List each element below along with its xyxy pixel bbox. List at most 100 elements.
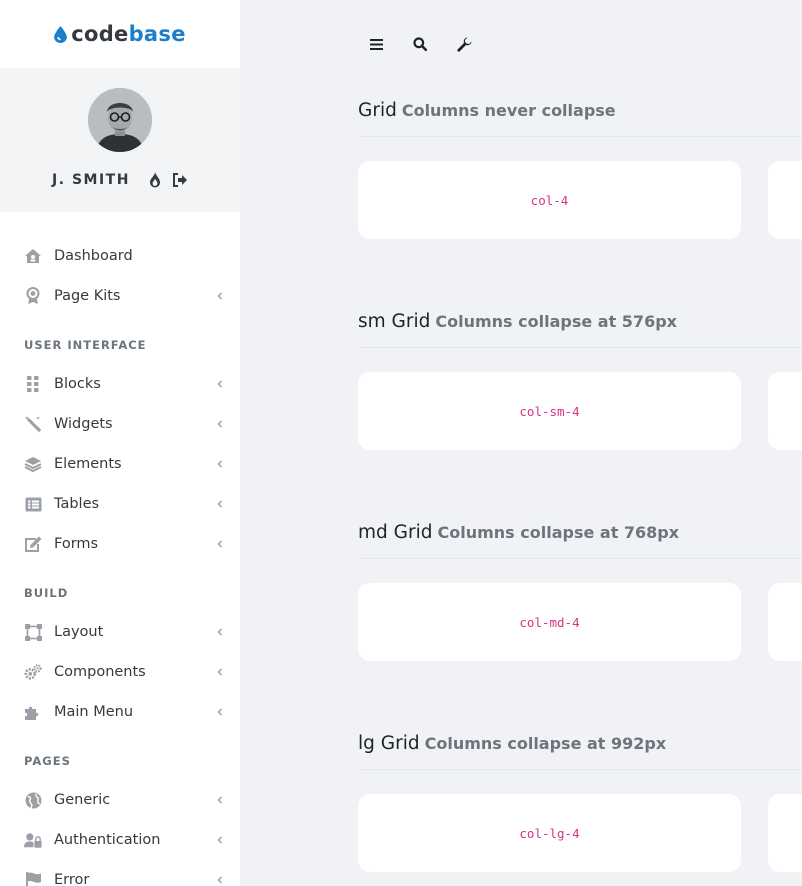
sidebar-item-label: Page Kits: [54, 288, 121, 304]
sidebar-item-label: Main Menu: [54, 704, 134, 720]
chevron-left-icon: [217, 380, 222, 388]
sidebar-item-label: Tables: [54, 496, 100, 512]
sidebar-item-label: Components: [54, 664, 146, 680]
user-lock-icon: [24, 831, 42, 849]
table-icon: [24, 495, 42, 513]
sidebar-item-label: Dashboard: [54, 248, 133, 264]
sign-out-icon[interactable]: [172, 172, 188, 188]
main-content: Grid Columns never collapse col-4 sm Grid…: [240, 0, 802, 886]
chevron-left-icon: [217, 540, 222, 548]
section-divider: [358, 136, 802, 137]
section-subtitle: Columns collapse at 992px: [424, 734, 667, 753]
sidebar-item-label: Blocks: [54, 376, 101, 392]
menu-icon: [369, 38, 383, 50]
chevron-left-icon: [217, 500, 222, 508]
sidebar-item-label: Forms: [54, 536, 99, 552]
section-subtitle: Columns collapse at 768px: [437, 523, 680, 542]
flag-icon: [24, 871, 42, 886]
grid-column-card: col-sm-4: [358, 372, 741, 450]
chevron-left-icon: [217, 460, 222, 468]
grid-column-card-partial: [768, 583, 802, 661]
cogs-icon: [24, 663, 42, 681]
sidebar-item-blocks[interactable]: Blocks: [0, 364, 240, 404]
sidebar-item-authentication[interactable]: Authentication: [0, 820, 240, 860]
puzzle-icon: [24, 703, 42, 721]
grid-column-card: col-md-4: [358, 583, 741, 661]
column-class-label: col-lg-4: [519, 825, 580, 841]
section-title: md Grid Columns collapse at 768px: [358, 522, 802, 548]
sidebar-nav: Dashboard Page Kits USER INTERFACE Block…: [0, 212, 240, 886]
user-panel: J. SMITH: [0, 68, 240, 212]
sidebar-item-error[interactable]: Error: [0, 860, 240, 886]
brand-logo[interactable]: codebase: [0, 0, 240, 68]
sidebar-item-tables[interactable]: Tables: [0, 484, 240, 524]
user-name[interactable]: J. SMITH: [52, 172, 130, 188]
section-title: Grid Columns never collapse: [358, 100, 802, 126]
fire-icon[interactable]: [148, 172, 162, 188]
section-title: sm Grid Columns collapse at 576px: [358, 311, 802, 337]
column-class-label: col-4: [530, 192, 569, 208]
globe-icon: [24, 791, 42, 809]
section-title-main: md Grid: [358, 522, 433, 543]
section-divider: [358, 769, 802, 770]
chevron-left-icon: [217, 796, 222, 804]
sidebar-item-label: Widgets: [54, 416, 113, 432]
menu-toggle-button[interactable]: [360, 28, 392, 60]
section-title-main: Grid: [358, 100, 397, 121]
settings-button[interactable]: [448, 28, 480, 60]
wrench-icon: [456, 37, 471, 52]
sidebar-item-dashboard[interactable]: Dashboard: [0, 236, 240, 276]
grid-column-card: col-lg-4: [358, 794, 741, 872]
award-icon: [24, 287, 42, 305]
section-divider: [358, 558, 802, 559]
user-row: J. SMITH: [52, 172, 188, 188]
grid-column-card: col-4: [358, 161, 741, 239]
home-icon: [24, 247, 42, 265]
sidebar-item-widgets[interactable]: Widgets: [0, 404, 240, 444]
sm-grid-section: sm Grid Columns collapse at 576px col-sm-…: [358, 311, 802, 450]
layers-icon: [24, 455, 42, 473]
sidebar-item-label: Layout: [54, 624, 104, 640]
vector-square-icon: [24, 623, 42, 641]
edit-icon: [24, 535, 42, 553]
brand-name: codebase: [71, 22, 186, 46]
md-grid-section: md Grid Columns collapse at 768px col-md-…: [358, 522, 802, 661]
chevron-left-icon: [217, 876, 222, 884]
nav-heading-build: BUILD: [24, 586, 69, 600]
avatar-image: [88, 88, 152, 152]
section-divider: [358, 347, 802, 348]
grid-section: Grid Columns never collapse col-4: [358, 100, 802, 239]
chevron-left-icon: [217, 708, 222, 716]
lg-grid-section: lg Grid Columns collapse at 992px col-lg-…: [358, 733, 802, 872]
sidebar-item-label: Authentication: [54, 832, 161, 848]
sidebar-item-elements[interactable]: Elements: [0, 444, 240, 484]
search-button[interactable]: [404, 28, 436, 60]
avatar[interactable]: [88, 88, 152, 152]
section-subtitle: Columns never collapse: [401, 101, 616, 120]
sidebar-item-label: Generic: [54, 792, 111, 808]
chevron-left-icon: [217, 420, 222, 428]
sidebar-item-label: Error: [54, 872, 90, 886]
drop-icon: [54, 25, 68, 43]
section-subtitle: Columns collapse at 576px: [435, 312, 677, 331]
toolbar: [360, 28, 492, 60]
brand-name-part2: base: [128, 22, 186, 46]
sidebar: codebase J. SMITH Dashboard Page Kits US…: [0, 0, 240, 886]
chevron-left-icon: [217, 836, 222, 844]
section-title-main: lg Grid: [358, 733, 420, 754]
sidebar-item-layout[interactable]: Layout: [0, 612, 240, 652]
brand-name-part1: code: [71, 22, 129, 46]
sidebar-item-components[interactable]: Components: [0, 652, 240, 692]
column-class-label: col-sm-4: [519, 403, 580, 419]
chevron-left-icon: [217, 668, 222, 676]
chevron-left-icon: [217, 628, 222, 636]
search-icon: [413, 37, 427, 51]
column-class-label: col-md-4: [519, 614, 580, 630]
chevron-left-icon: [217, 292, 222, 300]
magic-wand-icon: [24, 415, 42, 433]
sidebar-item-generic[interactable]: Generic: [0, 780, 240, 820]
grid-column-card-partial: [768, 161, 802, 239]
sidebar-item-main-menu[interactable]: Main Menu: [0, 692, 240, 732]
sidebar-item-forms[interactable]: Forms: [0, 524, 240, 564]
sidebar-item-page-kits[interactable]: Page Kits: [0, 276, 240, 316]
